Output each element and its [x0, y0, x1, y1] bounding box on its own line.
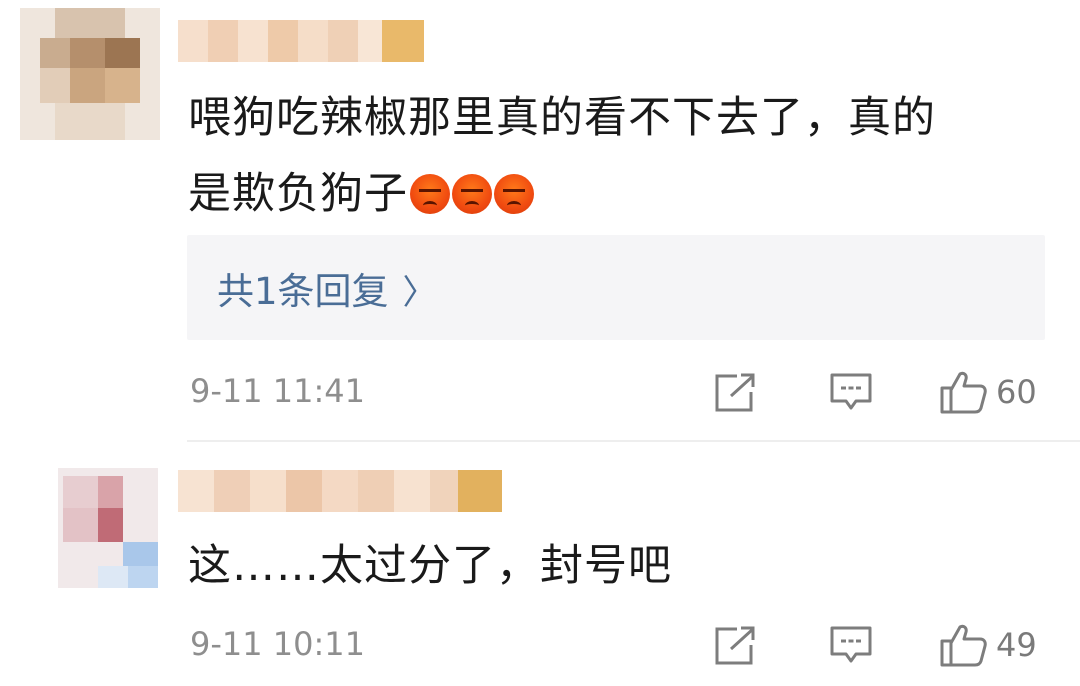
comment-text-line: 喂狗吃辣椒那里真的看不下去了，真的 [188, 93, 936, 143]
comment-actions: 49 [700, 620, 1050, 670]
username-redacted[interactable] [178, 470, 502, 512]
comment-icon [830, 626, 872, 663]
like-button[interactable]: 49 [940, 620, 1037, 670]
comment-text: 这……太过分了，封号吧 [188, 528, 672, 604]
share-button[interactable] [715, 367, 757, 417]
comment-text: 喂狗吃辣椒那里真的看不下去了，真的 是欺负狗子 [188, 80, 936, 232]
reply-summary-box[interactable]: 共1条回复〉 [187, 235, 1045, 340]
angry-face-emoji [494, 174, 534, 214]
share-icon [715, 372, 757, 412]
angry-face-emoji [452, 174, 492, 214]
view-replies-link[interactable]: 共1条回复〉 [217, 261, 437, 315]
thumbs-up-icon [940, 624, 987, 667]
share-button[interactable] [715, 620, 757, 670]
comment-actions: 60 [700, 367, 1050, 417]
comment-icon [830, 373, 872, 410]
comment-item: 喂狗吃辣椒那里真的看不下去了，真的 是欺负狗子 共1条回复〉 9-11 11:4… [0, 0, 1080, 440]
username-redacted[interactable] [178, 20, 424, 62]
timestamp: 9-11 11:41 [190, 372, 366, 410]
timestamp: 9-11 10:11 [190, 625, 366, 663]
avatar[interactable] [58, 468, 158, 588]
comment-text-segment: 是欺负狗子 [188, 169, 408, 219]
reply-button[interactable] [830, 620, 872, 670]
share-icon [715, 625, 757, 665]
comment-item: 这……太过分了，封号吧 9-11 10:11 49 [0, 442, 1080, 686]
comment-text-line: 是欺负狗子 [188, 156, 936, 232]
comment-text-line: 这……太过分了，封号吧 [188, 541, 672, 591]
angry-face-emoji [410, 174, 450, 214]
avatar[interactable] [20, 8, 160, 140]
like-button[interactable]: 60 [940, 367, 1037, 417]
reply-button[interactable] [830, 367, 872, 417]
thumbs-up-icon [940, 371, 987, 414]
like-count: 60 [996, 373, 1037, 411]
chevron-right-icon: 〉 [402, 273, 437, 313]
view-replies-label: 共1条回复 [217, 270, 389, 313]
like-count: 49 [996, 626, 1037, 664]
